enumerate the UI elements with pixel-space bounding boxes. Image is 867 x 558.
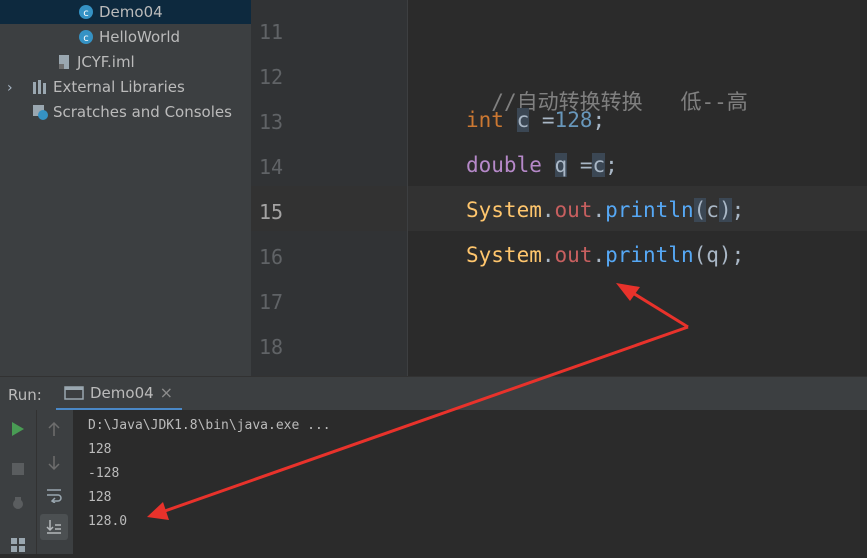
annotation-arrow	[147, 283, 689, 520]
annotation-arrow-overlay	[147, 283, 689, 520]
